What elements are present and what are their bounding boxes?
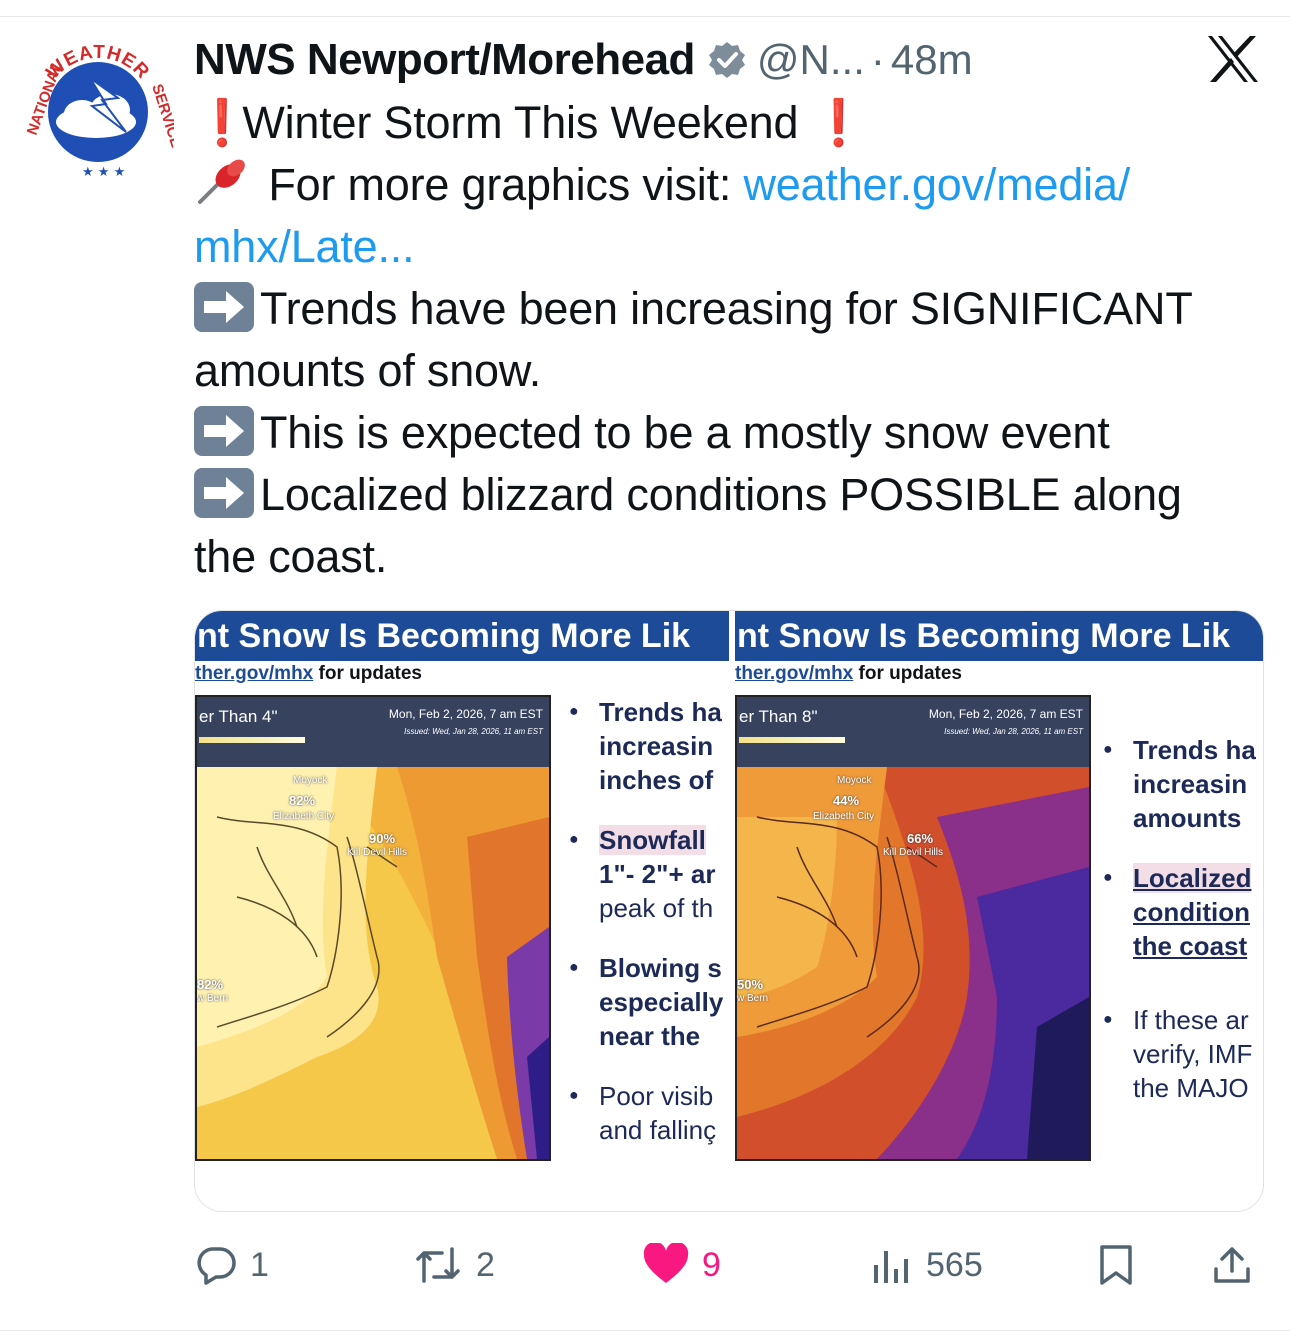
map-label-pct-2: 90% bbox=[369, 831, 396, 846]
share-icon bbox=[1214, 1247, 1250, 1283]
headline-text: Winter Storm This Weekend bbox=[242, 97, 799, 148]
text-line-7: Localized blizzard conditions POSSIBLE a… bbox=[194, 464, 1264, 526]
repost-count: 2 bbox=[476, 1245, 495, 1284]
graphic-bullets: Trends haincreasininches of Snowfall1"- … bbox=[567, 695, 723, 1173]
map-label-city-1b: Elizabeth City bbox=[813, 811, 875, 822]
map-label-city-1: Elizabeth City bbox=[273, 811, 335, 822]
map-label-pct-2b: 66% bbox=[907, 831, 934, 846]
svg-text:★ ★ ★: ★ ★ ★ bbox=[82, 165, 125, 180]
right-arrow-emoji-icon-2 bbox=[194, 406, 254, 456]
right-arrow-emoji-icon bbox=[194, 282, 254, 332]
avatar[interactable]: WEATHER NATIONAL SERVICE ★ ★ ★ bbox=[22, 36, 185, 188]
map-label-pct-3b: 50% bbox=[737, 977, 764, 992]
graphic-banner: nt Snow Is Becoming More Lik bbox=[195, 611, 729, 661]
repost-button[interactable]: 2 bbox=[412, 1232, 495, 1298]
map-date-2: Mon, Feb 2, 2026, 7 am EST bbox=[928, 707, 1083, 721]
map-header-2: er Than 8" Mon, Feb 2, 2026, 7 am EST Is… bbox=[737, 697, 1089, 767]
blizzard-text: Localized blizzard conditions POSSIBLE a… bbox=[260, 469, 1182, 520]
author-name[interactable]: NWS Newport/Morehead bbox=[194, 35, 695, 85]
nws-logo-icon: WEATHER NATIONAL SERVICE ★ ★ ★ bbox=[24, 38, 185, 186]
map-label-pct-3: 82% bbox=[197, 977, 224, 992]
tweet-text: ❗ Winter Storm This Weekend ❗ For more g… bbox=[194, 92, 1264, 588]
tweet-actions: 1 2 9 565 bbox=[194, 1232, 1264, 1298]
snow-probability-map-2: er Than 8" Mon, Feb 2, 2026, 7 am EST Is… bbox=[735, 695, 1091, 1161]
tweet-media[interactable]: nt Snow Is Becoming More Lik ther.gov/mh… bbox=[194, 610, 1264, 1212]
verified-badge-icon bbox=[708, 42, 745, 78]
map-date: Mon, Feb 2, 2026, 7 am EST bbox=[388, 707, 543, 721]
top-divider bbox=[0, 16, 1290, 17]
snow-probability-map: er Than 4" Mon, Feb 2, 2026, 7 am EST Is… bbox=[195, 695, 551, 1161]
author-handle[interactable]: @N... bbox=[757, 36, 865, 84]
trend-text: Trends have been increasing for SIGNIFIC… bbox=[260, 283, 1193, 334]
graphics-link-continued[interactable]: mhx/Late... bbox=[194, 216, 1264, 278]
graphic-updates-link: ther.gov/mhx bbox=[195, 663, 314, 684]
bullet-4: Poor visiband fallinç bbox=[567, 1079, 723, 1147]
map-title: er Than 4" bbox=[199, 707, 278, 726]
repost-icon bbox=[416, 1247, 460, 1283]
bullet-2-1: Trends haincreasinamounts bbox=[1101, 733, 1256, 835]
reply-count: 1 bbox=[250, 1245, 269, 1284]
map-label-city-2b: Kill Devil Hills bbox=[883, 847, 944, 858]
bookmark-button[interactable] bbox=[1096, 1232, 1148, 1298]
map-label-city-3: w Bern bbox=[197, 993, 229, 1004]
pushpin-emoji-icon bbox=[198, 159, 245, 204]
share-button[interactable] bbox=[1210, 1232, 1266, 1298]
map-label-city-3b: w Bern bbox=[737, 993, 769, 1004]
bullet-2-3: If these arverify, IMFthe MAJO bbox=[1101, 1003, 1256, 1105]
map-scale bbox=[199, 737, 305, 743]
graphic-banner-2: nt Snow Is Becoming More Lik bbox=[735, 611, 1263, 661]
tweet-header: NWS Newport/Morehead @N... · 48m bbox=[194, 32, 973, 88]
graphic-bullets-2: Trends haincreasinamounts Localizedcondi… bbox=[1101, 733, 1256, 1131]
bullet-2-2: Localizedconditionthe coast bbox=[1101, 861, 1256, 963]
graphic-updates: ther.gov/mhx for updates bbox=[195, 663, 422, 689]
reply-button[interactable]: 1 bbox=[194, 1232, 269, 1298]
graphic-updates-text-2: for updates bbox=[853, 663, 962, 684]
media-image-left[interactable]: nt Snow Is Becoming More Lik ther.gov/mh… bbox=[195, 611, 729, 1211]
graphics-link[interactable]: weather.gov/media/ bbox=[743, 159, 1130, 210]
graphic-updates-2: ther.gov/mhx for updates bbox=[735, 663, 962, 689]
graphics-prefix: For more graphics visit: bbox=[268, 159, 744, 210]
exclamation-emoji-icon-2: ❗ bbox=[810, 97, 867, 148]
views-button[interactable]: 565 bbox=[870, 1232, 983, 1298]
views-count: 565 bbox=[926, 1245, 983, 1284]
map-scale-2 bbox=[739, 737, 845, 743]
snow-event-text: This is expected to be a mostly snow eve… bbox=[260, 407, 1110, 458]
map-issued: Issued: Wed, Jan 28, 2026, 11 am EST bbox=[404, 727, 543, 736]
text-line-2: For more graphics visit: weather.gov/med… bbox=[194, 154, 1264, 216]
map-label-city-2: Kill Devil Hills bbox=[347, 847, 408, 858]
views-icon bbox=[874, 1251, 908, 1283]
text-line-6: This is expected to be a mostly snow eve… bbox=[194, 402, 1264, 464]
like-count: 9 bbox=[702, 1245, 721, 1284]
map-label-pct-1b: 44% bbox=[833, 793, 860, 808]
graphic-updates-link-2: ther.gov/mhx bbox=[735, 663, 854, 684]
separator-dot: · bbox=[870, 36, 885, 83]
x-logo-icon[interactable] bbox=[1206, 34, 1260, 84]
text-line-5: amounts of snow. bbox=[194, 345, 542, 396]
right-arrow-emoji-icon-3 bbox=[194, 468, 254, 518]
bookmark-icon bbox=[1100, 1245, 1132, 1285]
bullet-3: Blowing sespeciallynear the bbox=[567, 951, 723, 1053]
text-line-4: Trends have been increasing for SIGNIFIC… bbox=[194, 278, 1264, 340]
media-image-right[interactable]: nt Snow Is Becoming More Lik ther.gov/mh… bbox=[735, 611, 1263, 1211]
map-label-moyock: Moyock bbox=[293, 775, 328, 786]
bullet-2: Snowfall1"- 2"+ arpeak of th bbox=[567, 823, 723, 925]
bottom-divider bbox=[0, 1330, 1290, 1331]
map-title-2: er Than 8" bbox=[739, 707, 818, 726]
reply-icon bbox=[197, 1247, 236, 1285]
bullet-1: Trends haincreasininches of bbox=[567, 695, 723, 797]
graphic-updates-text: for updates bbox=[313, 663, 422, 684]
exclamation-emoji-icon: ❗ bbox=[194, 97, 250, 148]
text-line-1: ❗ Winter Storm This Weekend ❗ bbox=[194, 92, 1264, 154]
map-label-moyock-2: Moyock bbox=[837, 775, 872, 786]
tweet-timestamp[interactable]: 48m bbox=[891, 36, 973, 84]
text-line-8: the coast. bbox=[194, 531, 388, 582]
map-header: er Than 4" Mon, Feb 2, 2026, 7 am EST Is… bbox=[197, 697, 549, 767]
map-label-pct-1: 82% bbox=[289, 793, 316, 808]
heart-icon bbox=[643, 1243, 689, 1283]
map-issued-2: Issued: Wed, Jan 28, 2026, 11 am EST bbox=[944, 727, 1083, 736]
like-button[interactable]: 9 bbox=[642, 1232, 721, 1298]
